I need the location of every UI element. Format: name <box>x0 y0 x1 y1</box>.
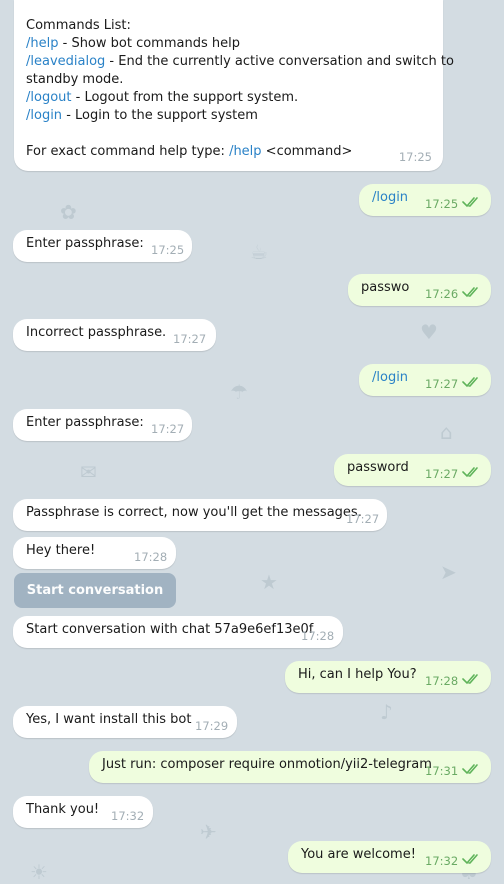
command-link[interactable]: /login <box>372 189 408 207</box>
read-double-check-icon <box>462 377 478 388</box>
message-time: 17:27 <box>425 377 459 391</box>
command-row-leavedialog: /leavedialog - End the currently active … <box>26 53 454 71</box>
doodle-icon: ➤ <box>440 560 457 584</box>
message-text: Thank you! <box>26 802 100 817</box>
outgoing-message: password 17:27 <box>334 454 491 486</box>
logout-command-link[interactable]: /logout <box>26 90 72 105</box>
outgoing-message: You are welcome! 17:32 <box>288 841 491 873</box>
incoming-message: Enter passphrase: 17:25 <box>13 230 192 262</box>
incoming-message: Enter passphrase: 17:27 <box>13 409 192 441</box>
command-desc: - Show bot commands help <box>58 36 240 51</box>
command-row-help: /help - Show bot commands help <box>26 35 431 53</box>
incoming-message: Yes, I want install this bot 17:29 <box>13 706 237 738</box>
message-time: 17:25 <box>151 243 185 257</box>
help-command-link[interactable]: /help <box>26 36 58 51</box>
doodle-icon: ⌂ <box>440 420 453 444</box>
message-text: Passphrase is correct, now you'll get th… <box>26 505 362 520</box>
incoming-message: Start conversation with chat 57a9e6ef13e… <box>13 616 343 648</box>
incoming-message: Hey there! 17:28 <box>13 537 176 569</box>
message-time: 17:27 <box>173 332 207 346</box>
command-desc: - Login to the support system <box>62 108 258 123</box>
command-help-footer: For exact command help type: /help <comm… <box>26 144 353 159</box>
command-row-logout: /logout - Logout from the support system… <box>26 89 431 107</box>
doodle-icon: ☀ <box>30 860 48 884</box>
message-time: 17:32 <box>425 854 459 868</box>
message-text: Incorrect passphrase. <box>26 325 167 340</box>
message-text: Hey there! <box>26 543 96 558</box>
message-time: 17:25 <box>425 197 459 211</box>
message-text: password <box>347 460 409 475</box>
message-text: Just run: composer require onmotion/yii2… <box>102 757 432 772</box>
doodle-icon: ✈ <box>200 820 217 844</box>
doodle-icon: ✿ <box>60 200 77 224</box>
message-text: You are welcome! <box>301 847 416 862</box>
message-text: Start conversation with chat 57a9e6ef13e… <box>26 622 314 637</box>
message-time: 17:32 <box>111 809 145 823</box>
doodle-icon: ☕ <box>250 240 268 264</box>
message-time: 17:29 <box>195 719 229 733</box>
outgoing-message: Hi, can I help You? 17:28 <box>285 661 491 693</box>
doodle-icon: ☂ <box>230 380 248 404</box>
message-time: 17:28 <box>425 674 459 688</box>
incoming-message: Incorrect passphrase. 17:27 <box>13 319 216 351</box>
message-time: 17:26 <box>425 287 459 301</box>
message-time: 17:31 <box>425 764 459 778</box>
leavedialog-command-link[interactable]: /leavedialog <box>26 54 105 69</box>
outgoing-message: Just run: composer require onmotion/yii2… <box>89 751 491 783</box>
incoming-message: Passphrase is correct, now you'll get th… <box>13 499 387 531</box>
command-desc: - Logout from the support system. <box>71 90 299 105</box>
read-double-check-icon <box>462 287 478 298</box>
commands-list-message: Commands List: /help - Show bot commands… <box>14 0 454 171</box>
message-text: Enter passphrase: <box>26 415 144 430</box>
doodle-icon: ♪ <box>380 700 393 724</box>
help-command-link[interactable]: /help <box>229 144 261 159</box>
message-time: 17:28 <box>301 629 335 643</box>
message-text: Hi, can I help You? <box>298 667 417 682</box>
command-link[interactable]: /login <box>372 369 408 387</box>
doodle-icon: ♥ <box>420 320 438 344</box>
command-row-login: /login - Login to the support system <box>26 107 431 125</box>
message-time: 17:27 <box>425 467 459 481</box>
message-time: 17:27 <box>151 422 185 436</box>
message-text: passwo <box>361 280 410 295</box>
doodle-icon: ✉ <box>80 460 97 484</box>
commands-title: Commands List: <box>26 18 131 33</box>
read-double-check-icon <box>462 764 478 775</box>
start-conversation-button[interactable]: Start conversation <box>14 573 176 608</box>
read-double-check-icon <box>462 854 478 865</box>
command-row-continuation: standby mode. <box>26 71 431 89</box>
outgoing-message: /login 17:27 <box>359 364 491 396</box>
outgoing-message: passwo 17:26 <box>348 274 491 306</box>
login-command-link[interactable]: /login <box>26 108 62 123</box>
message-time: 17:28 <box>134 550 168 564</box>
read-double-check-icon <box>462 467 478 478</box>
outgoing-message: /login 17:25 <box>359 184 491 216</box>
message-time: 17:27 <box>346 512 380 526</box>
message-text: Yes, I want install this bot <box>26 712 192 727</box>
read-double-check-icon <box>462 197 478 208</box>
command-desc: standby mode. <box>26 72 124 87</box>
incoming-message: Thank you! 17:32 <box>13 796 153 828</box>
command-desc: - End the currently active conversation … <box>105 54 454 69</box>
doodle-icon: ★ <box>260 570 278 594</box>
message-text: Enter passphrase: <box>26 236 144 251</box>
message-time: 17:25 <box>398 150 432 164</box>
read-double-check-icon <box>462 674 478 685</box>
